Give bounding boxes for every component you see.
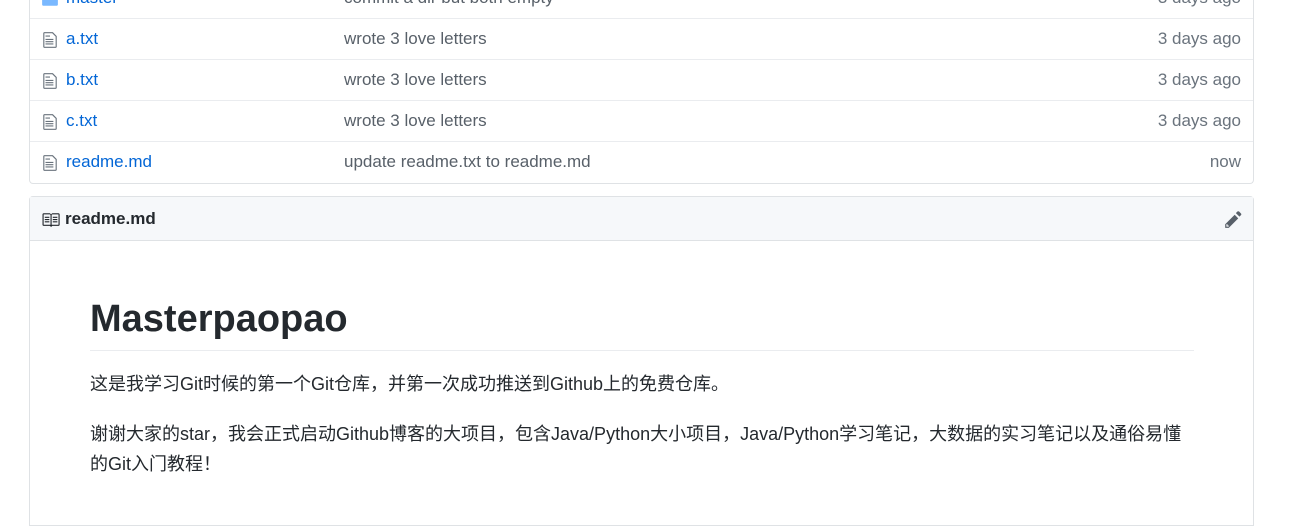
readme-paragraph: 这是我学习Git时候的第一个Git仓库，并第一次成功推送到Github上的免费仓… (90, 374, 730, 394)
readme-header: readme.md (30, 197, 1253, 241)
commit-age: 3 days ago (1157, 29, 1241, 48)
file-name-link[interactable]: master (66, 0, 118, 8)
file-name-link[interactable]: b.txt (66, 70, 98, 90)
readme-heading: Masterpaopao (90, 294, 1194, 351)
file-row-readme-md[interactable]: readme.md update readme.txt to readme.md… (30, 142, 1253, 183)
readme-filename: readme.md (65, 209, 156, 228)
file-row-c-txt[interactable]: c.txt wrote 3 love letters 3 days ago (30, 101, 1253, 142)
commit-message-link[interactable]: wrote 3 love letters (344, 29, 487, 49)
file-list: master commit a dir but both empty 3 day… (29, 0, 1254, 184)
commit-age: now (1209, 152, 1241, 171)
file-row-master[interactable]: master commit a dir but both empty 3 day… (30, 0, 1253, 19)
file-icon (43, 32, 57, 48)
file-name-link[interactable]: c.txt (66, 111, 97, 131)
file-icon (43, 114, 57, 130)
book-icon (42, 213, 60, 227)
commit-message-link[interactable]: wrote 3 love letters (344, 111, 487, 131)
commit-message-link[interactable]: update readme.txt to readme.md (344, 152, 591, 172)
file-name-link[interactable]: a.txt (66, 29, 98, 49)
file-icon (43, 73, 57, 89)
commit-message-link[interactable]: wrote 3 love letters (344, 70, 487, 90)
commit-message-link[interactable]: commit a dir but both empty (344, 0, 554, 8)
pencil-icon[interactable] (1224, 210, 1243, 229)
folder-icon (42, 0, 58, 6)
file-icon (43, 155, 57, 171)
file-row-b-txt[interactable]: b.txt wrote 3 love letters 3 days ago (30, 60, 1253, 101)
readme-article: Masterpaopao 这是我学习Git时候的第一个Git仓库，并第一次成功推… (90, 294, 1194, 479)
file-name-link[interactable]: readme.md (66, 152, 152, 172)
file-row-a-txt[interactable]: a.txt wrote 3 love letters 3 days ago (30, 19, 1253, 60)
commit-age: 3 days ago (1158, 0, 1241, 8)
readme-paragraph: 谢谢大家的star，我会正式启动Github博客的大项目，包含Java/Pyth… (90, 424, 1182, 474)
commit-age: 3 days ago (1157, 111, 1241, 130)
commit-age: 3 days ago (1157, 70, 1241, 89)
